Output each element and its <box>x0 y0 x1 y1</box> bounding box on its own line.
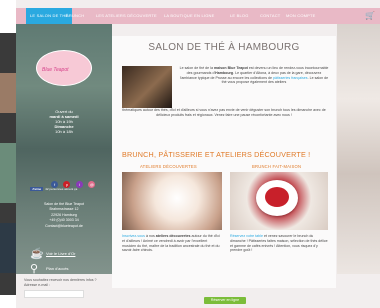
pastries-link[interactable]: pâtisseries françaises <box>273 76 308 80</box>
reserve-online-button[interactable]: Réserver en ligne <box>204 297 246 304</box>
fb-like-count: 42 personnes aiment ça <box>45 187 78 191</box>
nav-item-brunch[interactable]: BRUNCH <box>66 8 84 24</box>
sidebar: Blue Teapot Ouvert du mardi à samedi 10h… <box>16 24 112 275</box>
teapot-photo <box>122 66 172 108</box>
reserve-table-link[interactable]: Réservez votre table <box>230 234 263 238</box>
main-content: SALON DE THÉ À HAMBOURG Le salon de thé … <box>112 36 336 304</box>
column-label-ateliers: ATELIERS DÉCOUVERTES <box>140 164 197 169</box>
cart-icon[interactable]: 🛒 <box>365 11 375 20</box>
newsletter: Vous souhaitez recevoir nos dernières in… <box>24 278 104 298</box>
ateliers-text: Inscrivez-vous à nos ateliers découverte… <box>122 234 222 253</box>
intro-paragraph-2: thématiques autour des thés, d'ici et d'… <box>122 108 326 117</box>
guestbook-link[interactable]: Voir le Livre d'Or <box>46 251 75 256</box>
teapot-icon: ☕ <box>30 248 44 260</box>
signup-link[interactable]: Inscrivez-vous <box>122 234 145 238</box>
nav-item-blog[interactable]: LE BLOG <box>230 8 249 24</box>
adjacent-window-strip <box>0 73 16 113</box>
newsletter-email-label: Adresse e-mail : <box>24 283 50 287</box>
intro-bold: Hambourg <box>215 70 234 75</box>
logo-text: Blue Teapot <box>42 67 69 73</box>
atelier-photo <box>122 172 222 230</box>
nav-item-contact[interactable]: CONTACT <box>260 8 280 24</box>
background-photo <box>337 24 380 274</box>
facebook-like: J'aime 42 personnes aiment ça <box>30 187 77 192</box>
intro-text: Le salon de thé de la <box>179 66 214 70</box>
intro-bold: maison Blue Teapot <box>213 66 248 70</box>
newsletter-email-input[interactable] <box>24 290 84 298</box>
section-heading: BRUNCH, PÂTISSERIE ET ATELIERS DÉCOUVERT… <box>122 150 311 159</box>
text: à nos <box>144 234 156 238</box>
adjacent-window-edge <box>0 33 16 295</box>
intro-paragraph: Le salon de thé de la maison Blue Teapot… <box>178 66 330 85</box>
email-link[interactable]: Contact@blueteapot.de <box>16 224 112 229</box>
page-title: SALON DE THÉ À HAMBOURG <box>148 42 300 53</box>
address-block: Salon de thé Blue Teapot Brahmsstrasse 1… <box>16 202 112 229</box>
nav-item-account[interactable]: MON COMPTE <box>286 8 316 24</box>
adjacent-window-strip <box>0 143 16 203</box>
nav-item-boutique[interactable]: LA BOUTIQUE EN LIGNE <box>164 8 214 24</box>
brunch-photo <box>230 172 328 230</box>
brunch-text: Réservez votre table et venez savourer l… <box>230 234 328 253</box>
column-label-brunch: BRUNCH FAIT-MAISON <box>252 164 302 169</box>
fb-like-button[interactable]: J'aime <box>30 187 44 191</box>
access-map-link[interactable]: Plan d'accès <box>46 266 69 271</box>
adjacent-window-strip <box>0 223 16 273</box>
map-pin-icon: ⚲ <box>30 263 39 275</box>
strawberry-cup <box>256 180 298 216</box>
website: LE SALON DE THÉ BRUNCH LES ATELIERS DÉCO… <box>16 0 380 308</box>
hours-line: 10h à 18h <box>55 129 73 134</box>
text-bold: ateliers découvertes <box>155 234 191 238</box>
nav-item-ateliers[interactable]: LES ATELIERS DÉCOUVERTE <box>96 8 157 24</box>
email-icon[interactable]: @ <box>88 181 96 188</box>
top-navigation: LE SALON DE THÉ BRUNCH LES ATELIERS DÉCO… <box>16 8 380 24</box>
